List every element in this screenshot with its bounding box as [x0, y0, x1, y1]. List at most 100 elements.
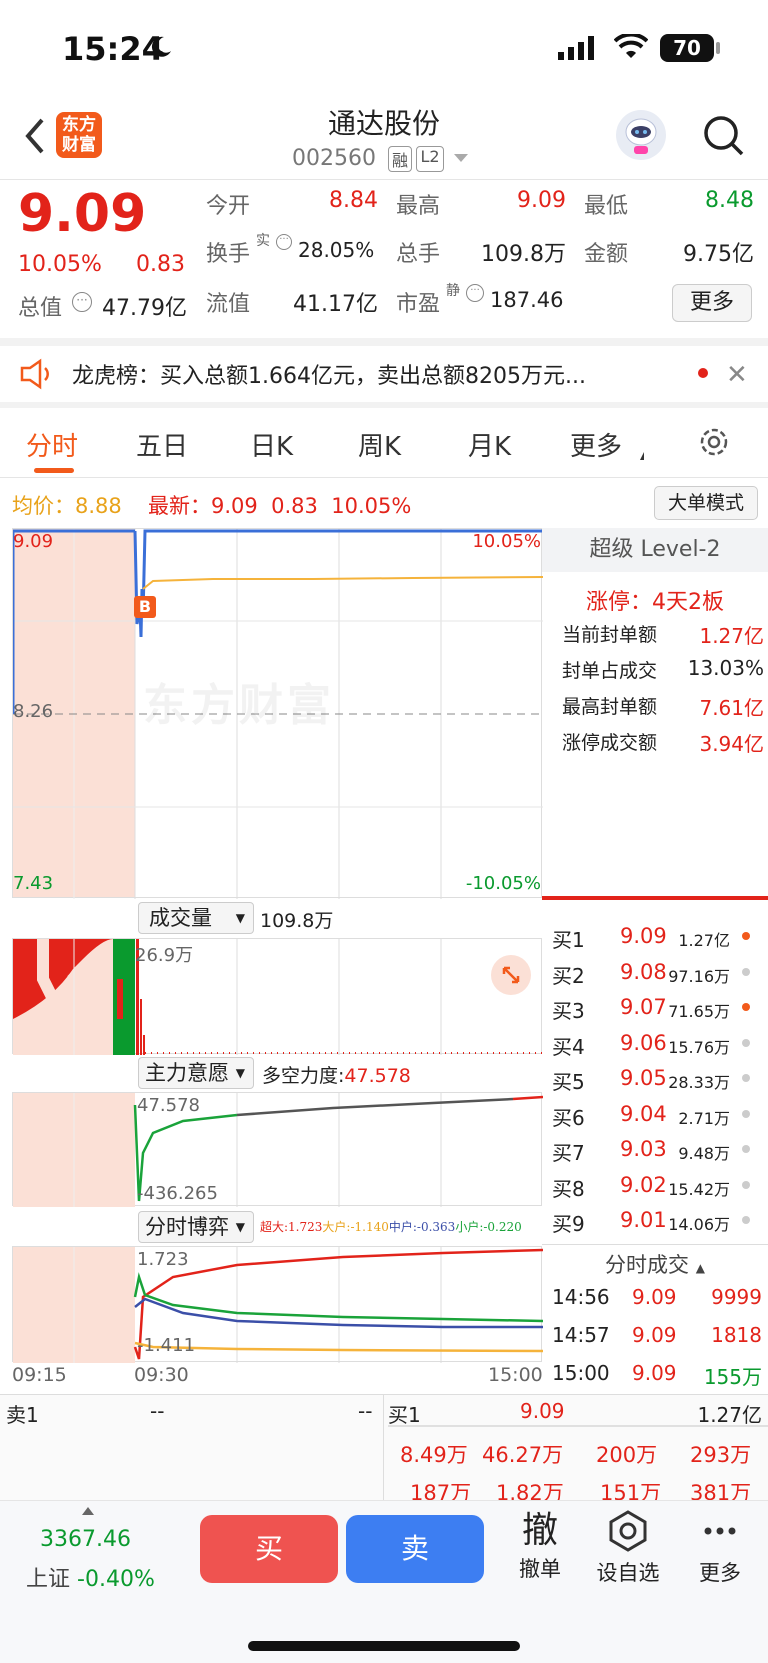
buy1-price: 9.09	[520, 1399, 565, 1423]
sell-button[interactable]: 卖	[346, 1515, 484, 1583]
game-bot-label: -1.411	[137, 1335, 196, 1356]
bid-volume: 15.76万	[668, 1037, 730, 1057]
bid-volume: 1.27亿	[678, 931, 730, 950]
amount-value: 9.75亿	[683, 242, 754, 267]
tick-time: 15:00	[552, 1361, 610, 1385]
index-line[interactable]: 上证 -0.40%	[26, 1561, 155, 1593]
tab-day-k[interactable]: 日K	[250, 426, 293, 463]
mcap-value: 47.79亿	[102, 296, 187, 321]
game-selector[interactable]: 分时博弈 ▼	[138, 1211, 254, 1243]
price-chart[interactable]: 东方财富 9.09 8.26 7.43 10.05% -10.05% B	[12, 528, 543, 899]
bid-dot	[742, 1109, 750, 1118]
bid-row[interactable]: 买1 9.09 1.27亿	[542, 920, 758, 954]
bid-price: 9.08	[620, 959, 667, 984]
last-price: 9.09	[18, 184, 147, 244]
bid-row[interactable]: 买3 9.07 71.65万	[542, 991, 758, 1025]
turnover-sup: 实	[256, 233, 270, 249]
tab-week-k[interactable]: 周K	[358, 426, 401, 463]
bid-row[interactable]: 买9 9.01 14.06万	[542, 1204, 758, 1238]
y-top-label: 9.09	[13, 531, 54, 552]
intent-chart[interactable]: 47.578 -436.265	[12, 1092, 543, 1207]
bid-dot	[742, 1145, 750, 1153]
battery-icon: 70	[660, 34, 714, 62]
level2-row-value: 3.94亿	[699, 732, 764, 756]
battery-level: 70	[673, 36, 701, 60]
bid-row[interactable]: 买8 9.02 15.42万	[542, 1169, 758, 1203]
chevron-down-icon[interactable]	[454, 154, 468, 162]
bid-row[interactable]: 买2 9.08 97.16万	[542, 956, 758, 990]
chevron-up-icon[interactable]: ▲	[696, 1261, 705, 1275]
buy1-label: 买1	[388, 1403, 421, 1427]
tab-intraday[interactable]: 分时	[26, 426, 78, 463]
big-order-mode-button[interactable]: 大单模式	[654, 486, 758, 520]
high-label: 最高	[396, 194, 441, 219]
change-amt: 0.83	[136, 252, 185, 277]
level2-title[interactable]: 超级 Level-2	[542, 528, 768, 572]
gear-icon[interactable]	[696, 424, 732, 464]
legend-large: 大户:-1.140	[322, 1220, 389, 1234]
tick-volume: 1818	[711, 1323, 762, 1347]
tick-price: 9.09	[632, 1285, 677, 1309]
volume-selector[interactable]: 成交量 ▼	[138, 902, 254, 934]
nav-bar: 东方 财富 通达股份 002560 融 L2	[0, 100, 768, 180]
level2-row-value: 1.27亿	[699, 624, 764, 648]
tab-more[interactable]: 更多	[570, 426, 622, 463]
bid-row[interactable]: 买4 9.06 15.76万	[542, 1027, 758, 1061]
bid-label: 买7	[552, 1141, 585, 1165]
volume-chart[interactable]: 26.9万	[12, 938, 543, 1055]
info-icon[interactable]: ···	[276, 234, 292, 250]
notice-bar[interactable]: 龙虎榜：买入总额1.664亿元，卖出总额8205万元... ✕	[0, 346, 768, 402]
tab-month-k[interactable]: 月K	[468, 426, 511, 463]
open-value: 8.84	[329, 188, 378, 213]
tab-five-day[interactable]: 五日	[136, 426, 188, 463]
pct-top-label: 10.05%	[472, 531, 541, 552]
latest-label: 最新：	[148, 494, 211, 518]
volume-chart-svg	[13, 939, 543, 1055]
close-icon[interactable]: ✕	[726, 360, 748, 390]
tab-indicator	[34, 468, 74, 473]
moon-icon	[148, 34, 174, 60]
bid-price: 9.09	[620, 924, 667, 948]
tick-panel[interactable]: 分时成交 ▲ 14:56 9.09 9999 14:57 9.09 1818 1…	[542, 1244, 768, 1394]
sell1-volume: --	[358, 1399, 373, 1423]
latest-chg: 0.83	[271, 494, 318, 518]
bid-dot	[742, 967, 750, 976]
chevron-up-icon[interactable]	[82, 1507, 94, 1515]
bid-row[interactable]: 买6 9.04 2.71万	[542, 1098, 758, 1132]
bid-price: 9.03	[620, 1137, 667, 1161]
cancel-label: 撤单	[519, 1557, 561, 1581]
queue-cell: 293万	[690, 1443, 752, 1467]
wifi-icon	[613, 32, 649, 64]
avg-value: 8.88	[75, 494, 122, 518]
status-bar: 15:24 70	[0, 0, 768, 100]
game-chart[interactable]: 1.723 -1.411	[12, 1246, 543, 1363]
buy-button[interactable]: 买	[200, 1515, 338, 1583]
search-icon[interactable]	[702, 114, 746, 158]
queue-cell: 8.49万	[400, 1443, 468, 1467]
index-value[interactable]: 3367.46	[40, 1527, 131, 1552]
bid-volume: 97.16万	[668, 966, 730, 986]
bid-row[interactable]: 买5 9.05 28.33万	[542, 1062, 758, 1096]
add-watchlist-button[interactable]: 设自选	[588, 1509, 668, 1599]
sell1-label: 卖1	[6, 1403, 39, 1427]
info-icon[interactable]: ···	[466, 284, 484, 302]
volume-value: 109.8万	[481, 242, 566, 267]
more-button[interactable]: 更多	[672, 284, 752, 322]
bid-row[interactable]: 买7 9.03 9.48万	[542, 1133, 758, 1167]
chevron-down-icon	[636, 452, 644, 460]
bid-dot	[742, 1180, 750, 1189]
more-menu-button[interactable]: 更多	[680, 1509, 760, 1599]
pe-value: 187.46	[490, 288, 564, 312]
pct-bot-label: -10.05%	[465, 873, 541, 894]
cancel-order-button[interactable]: 撤 撤单	[500, 1509, 580, 1599]
x-label-close: 15:00	[488, 1364, 543, 1386]
info-icon[interactable]: ···	[72, 292, 92, 312]
l2-badge: L2	[416, 146, 444, 172]
intent-selector[interactable]: 主力意愿 ▼	[138, 1057, 254, 1089]
robot-assistant-icon[interactable]	[616, 110, 666, 160]
intent-bot-label: -436.265	[137, 1183, 218, 1204]
buy-marker[interactable]: B	[134, 596, 156, 618]
bid-label: 买9	[552, 1212, 585, 1236]
expand-icon[interactable]	[491, 955, 531, 995]
sell1-price: --	[150, 1399, 165, 1423]
